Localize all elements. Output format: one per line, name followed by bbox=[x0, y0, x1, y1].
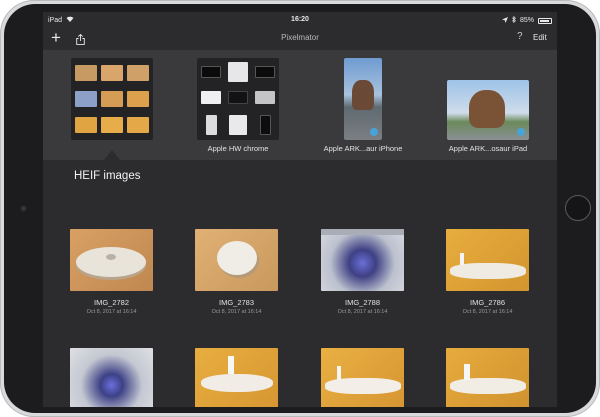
photo-item[interactable] bbox=[446, 348, 529, 407]
battery-icon bbox=[538, 17, 552, 24]
album-label: Apple ARK...aur iPhone bbox=[323, 144, 403, 153]
app-title: Pixelmator bbox=[281, 33, 319, 42]
album-thumbnail bbox=[197, 58, 279, 140]
album-label: Apple ARK...osaur iPad bbox=[448, 144, 528, 153]
photo-thumbnail bbox=[446, 348, 529, 407]
app-screen: iPad 16:20 85% + Pixelmator ? Edit Apple… bbox=[43, 12, 557, 407]
albums-strip: Apple HW chrome Apple ARK...aur iPhone A… bbox=[43, 50, 557, 160]
front-camera bbox=[20, 205, 27, 212]
photo-name: IMG_2786 bbox=[469, 298, 506, 307]
photo-date: Oct 8, 2017 at 16:14 bbox=[337, 309, 388, 315]
photo-thumbnail bbox=[70, 348, 153, 407]
album-thumbnail bbox=[71, 58, 153, 140]
album-arkit-ipad[interactable]: Apple ARK...osaur iPad bbox=[438, 58, 538, 153]
photo-item[interactable]: IMG_2788 Oct 8, 2017 at 16:14 bbox=[321, 229, 404, 315]
photo-thumbnail bbox=[70, 229, 153, 291]
photo-thumbnail bbox=[446, 229, 529, 291]
location-icon bbox=[501, 16, 508, 25]
photo-thumbnail bbox=[321, 229, 404, 291]
album-thumbnail bbox=[447, 80, 529, 140]
photo-item[interactable] bbox=[70, 348, 153, 407]
album-thumbnail bbox=[344, 58, 382, 140]
photo-name: IMG_2788 bbox=[344, 298, 381, 307]
photo-item[interactable]: IMG_2782 Oct 8, 2017 at 16:14 bbox=[70, 229, 153, 315]
photo-item[interactable]: IMG_2783 Oct 8, 2017 at 16:14 bbox=[195, 229, 278, 315]
bluetooth-icon bbox=[512, 15, 516, 25]
photo-name: IMG_2782 bbox=[93, 298, 130, 307]
photo-thumbnail bbox=[321, 348, 404, 407]
photo-thumbnail bbox=[195, 348, 278, 407]
album-label: Apple HW chrome bbox=[207, 144, 269, 153]
photo-item[interactable]: IMG_2786 Oct 8, 2017 at 16:14 bbox=[446, 229, 529, 315]
photo-item[interactable] bbox=[321, 348, 404, 407]
photo-date: Oct 8, 2017 at 16:14 bbox=[86, 309, 137, 315]
section-title: HEIF images bbox=[74, 170, 141, 182]
photo-date: Oct 8, 2017 at 16:14 bbox=[211, 309, 262, 315]
photo-item[interactable] bbox=[195, 348, 278, 407]
album-apple-hw-chrome[interactable]: Apple HW chrome bbox=[188, 58, 288, 153]
home-button[interactable] bbox=[565, 195, 591, 221]
status-time: 16:20 bbox=[291, 16, 309, 23]
photo-name: IMG_2783 bbox=[218, 298, 255, 307]
edit-button[interactable]: Edit bbox=[533, 33, 547, 42]
photo-date: Oct 8, 2017 at 16:14 bbox=[462, 309, 513, 315]
photo-thumbnail bbox=[195, 229, 278, 291]
status-bar: iPad 16:20 85% bbox=[43, 12, 557, 28]
nav-bar: + Pixelmator ? Edit bbox=[43, 28, 557, 50]
question-icon[interactable]: ? bbox=[517, 31, 523, 42]
album-arkit-iphone[interactable]: Apple ARK...aur iPhone bbox=[313, 58, 413, 153]
battery-percent: 85% bbox=[519, 17, 534, 24]
album-heif-images[interactable] bbox=[62, 58, 162, 144]
selection-indicator bbox=[104, 150, 120, 160]
